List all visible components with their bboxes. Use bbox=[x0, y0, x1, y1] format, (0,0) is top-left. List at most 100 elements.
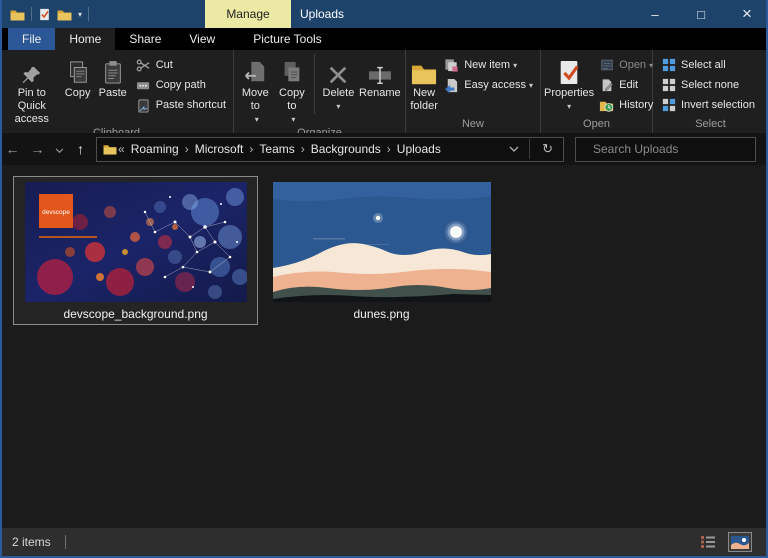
properties-button[interactable]: Properties ▾ bbox=[544, 52, 594, 113]
tab-file[interactable]: File bbox=[8, 28, 56, 50]
qat-properties-icon[interactable] bbox=[38, 7, 51, 22]
address-bar-row: ← → ↑ « Roaming › Microsoft › Teams › Ba… bbox=[2, 133, 766, 165]
file-item-devscope-background[interactable]: devscope devscope_background.png bbox=[13, 176, 258, 325]
up-button[interactable]: ↑ bbox=[68, 141, 93, 157]
copy-path-icon bbox=[135, 78, 152, 93]
edit-button[interactable]: Edit bbox=[594, 75, 657, 95]
organize-divider bbox=[314, 54, 316, 114]
window-controls: – □ × bbox=[632, 0, 766, 28]
explorer-app-icon bbox=[10, 10, 25, 20]
pin-to-quick-access-button[interactable]: Pin to Quick access bbox=[3, 52, 61, 126]
devscope-thumbnail: devscope bbox=[24, 182, 247, 302]
explorer-window: ▾ Manage Uploads – □ × File Home Share V… bbox=[0, 0, 768, 558]
easy-access-icon bbox=[443, 78, 460, 93]
ribbon-group-organize: Move to ▾ Copy to ▾ Delete ▾ Rename bbox=[234, 50, 406, 139]
edit-icon bbox=[598, 78, 615, 92]
breadcrumb-roaming[interactable]: Roaming bbox=[126, 142, 184, 156]
invert-selection-button[interactable]: Invert selection bbox=[656, 95, 759, 115]
dropdown-caret-icon: ▾ bbox=[254, 115, 259, 124]
breadcrumb-uploads[interactable]: Uploads bbox=[392, 142, 446, 156]
tab-picture-tools[interactable]: Picture Tools bbox=[239, 28, 335, 50]
group-label-select: Select bbox=[695, 118, 726, 130]
new-item-button[interactable]: New item ▾ bbox=[439, 55, 537, 75]
maximize-button[interactable]: □ bbox=[678, 0, 724, 28]
status-divider bbox=[64, 535, 66, 549]
select-none-button[interactable]: Select none bbox=[656, 75, 759, 95]
rename-button[interactable]: Rename bbox=[358, 52, 402, 100]
history-button[interactable]: History bbox=[594, 95, 657, 115]
forward-button[interactable]: → bbox=[25, 141, 50, 157]
copy-icon bbox=[66, 54, 90, 86]
new-item-icon bbox=[443, 58, 460, 73]
item-count: 2 items bbox=[12, 535, 51, 549]
properties-icon bbox=[557, 54, 581, 86]
select-none-icon bbox=[660, 78, 677, 92]
ribbon: Pin to Quick access Copy Paste Cut Copy … bbox=[2, 50, 766, 139]
large-icons-view-button[interactable] bbox=[728, 532, 752, 552]
ribbon-group-open: Properties ▾ Open ▾ Edit History Open bbox=[541, 50, 653, 133]
back-button[interactable]: ← bbox=[2, 141, 25, 157]
file-name: dunes.png bbox=[353, 307, 410, 321]
select-all-icon bbox=[660, 58, 677, 72]
delete-button[interactable]: Delete ▾ bbox=[319, 52, 358, 113]
search-input[interactable] bbox=[593, 142, 748, 156]
ribbon-tab-row: File Home Share View Picture Tools bbox=[2, 28, 766, 50]
tab-view[interactable]: View bbox=[175, 28, 229, 50]
copy-to-icon bbox=[280, 54, 304, 86]
close-button[interactable]: × bbox=[724, 0, 766, 28]
paste-button[interactable]: Paste bbox=[95, 52, 131, 100]
minimize-button[interactable]: – bbox=[632, 0, 678, 28]
paste-shortcut-button[interactable]: Paste shortcut bbox=[131, 95, 230, 115]
breadcrumb-microsoft[interactable]: Microsoft bbox=[190, 142, 249, 156]
large-icons-view-icon bbox=[731, 535, 749, 549]
rename-icon bbox=[367, 54, 393, 86]
breadcrumb-folder-icon bbox=[103, 145, 117, 155]
tab-share[interactable]: Share bbox=[115, 28, 175, 50]
new-folder-icon bbox=[410, 54, 438, 86]
qat-customize-caret-icon[interactable]: ▾ bbox=[78, 10, 82, 19]
easy-access-button[interactable]: Easy access ▾ bbox=[439, 75, 537, 95]
tab-home[interactable]: Home bbox=[55, 28, 116, 50]
refresh-icon[interactable]: ↻ bbox=[529, 139, 557, 159]
invert-selection-icon bbox=[660, 98, 677, 112]
status-bar: 2 items bbox=[2, 528, 766, 556]
qat-separator bbox=[31, 7, 32, 21]
file-list[interactable]: devscope devscope_background.png dunes.p… bbox=[2, 165, 766, 528]
cut-button[interactable]: Cut bbox=[131, 55, 230, 75]
ribbon-group-select: Select all Select none Invert selection bbox=[653, 50, 766, 133]
window-title: Uploads bbox=[300, 7, 345, 21]
address-box[interactable]: « Roaming › Microsoft › Teams › Backgrou… bbox=[96, 136, 564, 162]
select-small-buttons: Select all Select none Invert selection bbox=[656, 52, 759, 115]
search-box bbox=[575, 136, 756, 162]
new-folder-button[interactable]: New folder bbox=[409, 52, 439, 113]
group-label-new: New bbox=[461, 118, 484, 130]
paste-icon bbox=[102, 54, 124, 86]
move-to-button[interactable]: Move to ▾ bbox=[237, 52, 274, 126]
contextual-tab-manage[interactable]: Manage bbox=[205, 0, 291, 28]
open-icon bbox=[598, 58, 615, 72]
file-item-dunes[interactable]: dunes.png bbox=[266, 176, 497, 325]
path-overflow-icon[interactable]: « bbox=[117, 142, 126, 156]
breadcrumb-teams[interactable]: Teams bbox=[254, 142, 299, 156]
paste-shortcut-icon bbox=[135, 98, 152, 113]
breadcrumb-backgrounds[interactable]: Backgrounds bbox=[306, 142, 386, 156]
history-icon bbox=[598, 98, 615, 113]
details-view-button[interactable] bbox=[696, 532, 720, 552]
qat-new-folder-icon[interactable] bbox=[57, 8, 72, 21]
copy-path-button[interactable]: Copy path bbox=[131, 75, 230, 95]
address-dropdown-chevron-icon[interactable] bbox=[509, 142, 519, 156]
delete-x-icon bbox=[327, 54, 349, 86]
new-small-buttons: New item ▾ Easy access ▾ bbox=[439, 52, 537, 95]
scissors-icon bbox=[135, 58, 152, 73]
title-bar: ▾ Manage Uploads – □ × bbox=[2, 0, 766, 28]
details-view-icon bbox=[701, 536, 715, 548]
copy-to-button[interactable]: Copy to ▾ bbox=[274, 52, 311, 126]
view-toggle-buttons bbox=[696, 532, 756, 552]
qat-separator-2 bbox=[88, 7, 90, 21]
open-button[interactable]: Open ▾ bbox=[594, 55, 657, 75]
recent-locations-chevron-icon[interactable] bbox=[50, 141, 68, 157]
dropdown-caret-icon: ▾ bbox=[291, 115, 296, 124]
copy-button[interactable]: Copy bbox=[61, 52, 95, 100]
devscope-logo-text: devscope bbox=[42, 209, 70, 216]
select-all-button[interactable]: Select all bbox=[656, 55, 759, 75]
